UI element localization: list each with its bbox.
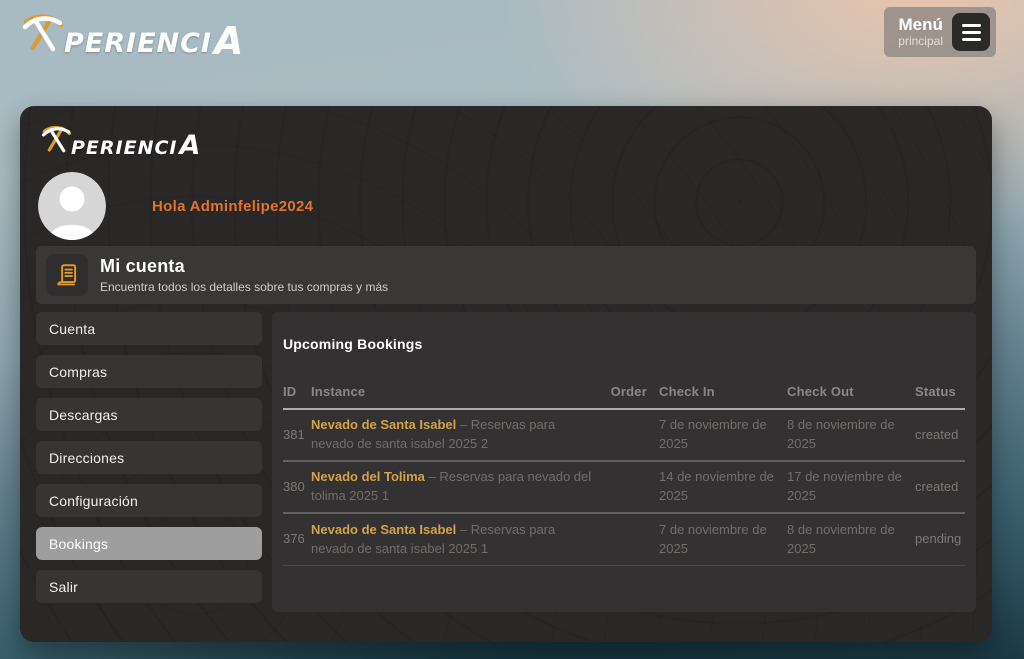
booking-id: 376 [283, 530, 311, 549]
brand-text: PERIENCI [64, 30, 212, 57]
booking-check-in: 14 de noviembre de 2025 [659, 468, 787, 506]
brand-text: PERIENCI [71, 139, 178, 158]
brand-text-last-letter: A [180, 135, 201, 158]
booking-check-out: 17 de noviembre de 2025 [787, 468, 915, 506]
banner-title: Mi cuenta [100, 256, 388, 277]
booking-check-in: 7 de noviembre de 2025 [659, 521, 787, 559]
column-header-check-out: Check Out [787, 384, 915, 399]
booking-check-in: 7 de noviembre de 2025 [659, 416, 787, 454]
booking-row: 380 Nevado del Tolima – Reservas para ne… [283, 462, 965, 514]
booking-id: 381 [283, 426, 311, 445]
sidebar-item-label: Salir [49, 579, 78, 595]
booking-row: 376 Nevado de Santa Isabel – Reservas pa… [283, 514, 965, 566]
sidebar-item-label: Bookings [49, 536, 108, 552]
booking-row: 381 Nevado de Santa Isabel – Reservas pa… [283, 410, 965, 462]
sidebar-item-label: Compras [49, 364, 107, 380]
menu-button-subtitle: principal [898, 35, 943, 48]
account-sidebar: Cuenta Compras Descargas Direcciones Con… [36, 312, 262, 603]
greeting-text: Hola Adminfelipe2024 [152, 198, 313, 215]
instance-link[interactable]: Nevado de Santa Isabel [311, 522, 456, 537]
crossed-pickaxes-icon [40, 124, 73, 158]
status-text: created [915, 478, 965, 497]
hamburger-menu-icon[interactable] [952, 13, 990, 51]
account-card: PERIENCI A Hola Adminfelipe2024 [20, 106, 992, 642]
account-banner: Mi cuenta Encuentra todos los detalles s… [36, 246, 976, 304]
ledger-book-icon [46, 254, 88, 296]
table-header-row: ID Instance Order Check In Check Out Sta… [283, 384, 965, 410]
booking-check-out: 8 de noviembre de 2025 [787, 416, 915, 454]
menu-button-title: Menú [898, 16, 942, 35]
user-header: Hola Adminfelipe2024 [38, 172, 313, 240]
top-header: PERIENCI A Menú principal [0, 0, 1024, 64]
booking-id: 380 [283, 478, 311, 497]
column-header-check-in: Check In [659, 384, 787, 399]
avatar [38, 172, 106, 240]
column-header-order: Order [601, 384, 659, 399]
status-text: pending [915, 530, 965, 549]
main-menu-button[interactable]: Menú principal [884, 7, 996, 57]
sidebar-item-label: Cuenta [49, 321, 95, 337]
bookings-panel: Upcoming Bookings ID Instance Order Chec… [272, 312, 976, 612]
sidebar-item-salir[interactable]: Salir [36, 570, 262, 603]
bookings-table: ID Instance Order Check In Check Out Sta… [283, 384, 965, 566]
sidebar-item-descargas[interactable]: Descargas [36, 398, 262, 431]
page: PERIENCI A Menú principal [0, 0, 1024, 659]
sidebar-item-label: Configuración [49, 493, 138, 509]
sidebar-item-cuenta[interactable]: Cuenta [36, 312, 262, 345]
card-brand-logo[interactable]: PERIENCI A [40, 124, 200, 158]
sidebar-item-bookings[interactable]: Bookings [36, 527, 262, 560]
sidebar-item-compras[interactable]: Compras [36, 355, 262, 388]
sidebar-item-direcciones[interactable]: Direcciones [36, 441, 262, 474]
sidebar-item-configuracion[interactable]: Configuración [36, 484, 262, 517]
booking-check-out: 8 de noviembre de 2025 [787, 521, 915, 559]
status-text: created [915, 426, 965, 445]
brand-text-last-letter: A [214, 25, 243, 57]
banner-subtitle: Encuentra todos los detalles sobre tus c… [100, 280, 388, 294]
brand-logo[interactable]: PERIENCI A [20, 12, 243, 57]
column-header-instance: Instance [311, 384, 601, 399]
crossed-pickaxes-icon [20, 12, 66, 57]
bookings-title: Upcoming Bookings [283, 336, 965, 352]
sidebar-item-label: Descargas [49, 407, 118, 423]
instance-link[interactable]: Nevado de Santa Isabel [311, 417, 456, 432]
column-header-status: Status [915, 384, 965, 399]
column-header-id: ID [283, 384, 311, 399]
sidebar-item-label: Direcciones [49, 450, 124, 466]
instance-link[interactable]: Nevado del Tolima [311, 469, 425, 484]
